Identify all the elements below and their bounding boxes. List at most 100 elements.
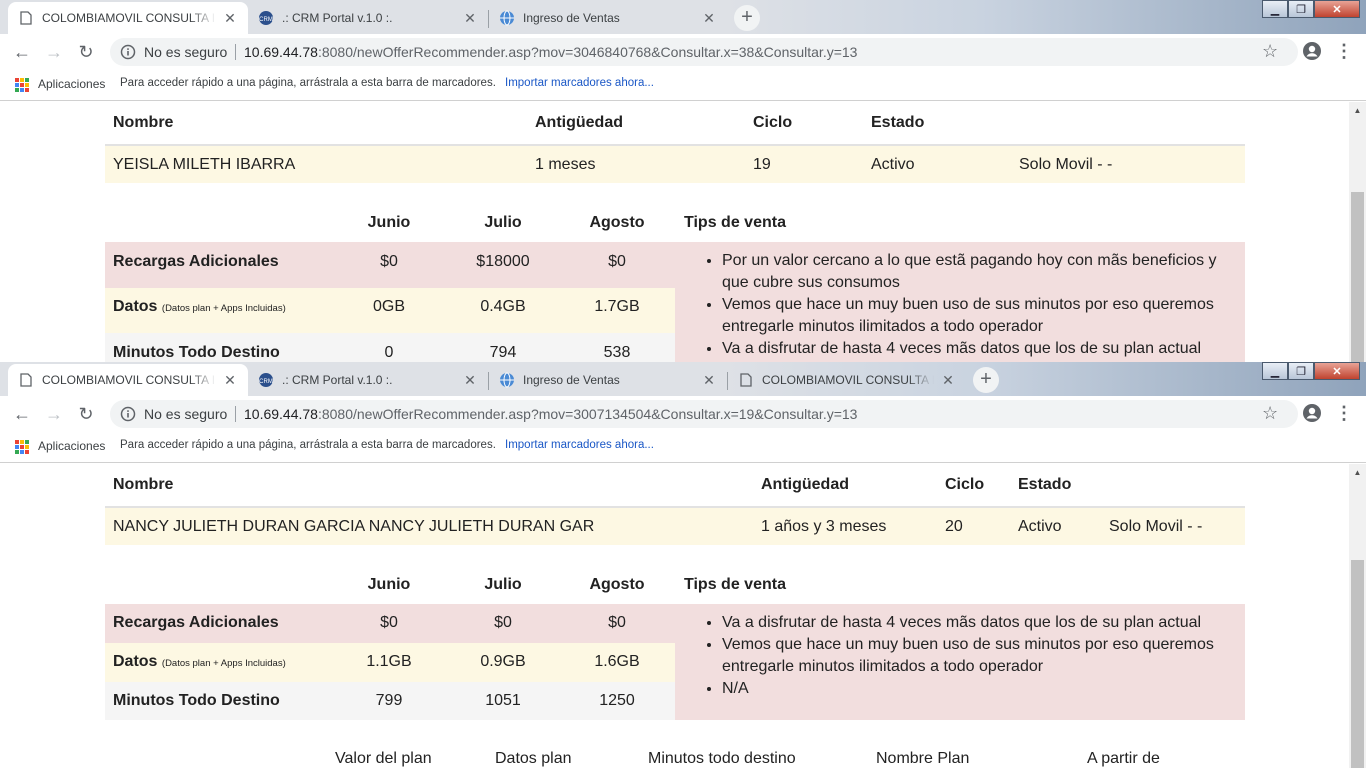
metric-value: 1250 — [599, 692, 635, 709]
scrollbar[interactable]: ▲ — [1349, 102, 1366, 362]
close-window-icon[interactable]: ✕ — [1314, 0, 1360, 18]
tab-title: Ingreso de Ventas — [523, 11, 620, 25]
metrics-header: Junio Julio Agosto Tips de venta — [105, 566, 1245, 604]
profile-icon[interactable] — [1302, 41, 1322, 61]
header-nombre: Nombre — [113, 476, 174, 493]
tab-title: COLOMBIAMOVIL CONSULTA INDIVIDUAL — [42, 373, 216, 387]
import-bookmarks-link[interactable]: Importar marcadores ahora... — [505, 77, 654, 89]
month-agosto: Agosto — [589, 214, 645, 231]
metric-value: 0.4GB — [480, 298, 526, 315]
metrics-header: Junio Julio Agosto Tips de venta — [105, 204, 1245, 242]
back-icon[interactable]: ← — [10, 40, 34, 64]
tips-panel: Va a disfrutar de hasta 4 veces mãs dato… — [675, 604, 1245, 720]
tips-header: Tips de venta — [684, 576, 786, 593]
minimize-icon[interactable]: ▁ — [1262, 0, 1288, 18]
url-text[interactable]: 10.69.44.78:8080/newOfferRecommender.asp… — [244, 44, 857, 60]
plan-header-datos: Datos plan — [495, 750, 572, 767]
header-antiguedad: Antigüedad — [535, 114, 623, 131]
metric-note: (Datos plan + Apps Incluidas) — [161, 303, 286, 314]
tab-ingreso-ventas[interactable]: Ingreso de Ventas ✕ — [489, 2, 727, 34]
plan-header-nombre: Nombre Plan — [876, 750, 970, 767]
metric-label: Datos (Datos plan + Apps Incluidas) — [113, 298, 286, 315]
bookmark-star-icon[interactable]: ☆ — [1262, 403, 1278, 424]
reload-icon[interactable]: ↻ — [74, 402, 98, 426]
tab-consulta-individual-2[interactable]: COLOMBIAMOVIL CONSULTA INDIVIDUAL ✕ — [728, 364, 966, 396]
metric-value: 538 — [603, 344, 631, 361]
close-window-icon[interactable]: ✕ — [1314, 362, 1360, 380]
browser-window-1: COLOMBIAMOVIL CONSULTA INDIVIDUAL ✕ CRM … — [0, 0, 1366, 362]
info-icon[interactable] — [120, 44, 136, 60]
address-bar[interactable]: No es seguro 10.69.44.78:8080/newOfferRe… — [110, 400, 1298, 428]
tab-crm-portal[interactable]: CRM .: CRM Portal v.1.0 :. ✕ — [248, 364, 488, 396]
scrollbar[interactable]: ▲ — [1349, 464, 1366, 768]
close-tab-icon[interactable]: ✕ — [222, 372, 238, 388]
svg-text:CRM: CRM — [259, 17, 273, 23]
browser-window-2: COLOMBIAMOVIL CONSULTA INDIVIDUAL ✕ CRM … — [0, 362, 1366, 768]
scroll-up-icon[interactable]: ▲ — [1349, 464, 1366, 481]
info-icon[interactable] — [120, 406, 136, 422]
tab-consulta-individual[interactable]: COLOMBIAMOVIL CONSULTA INDIVIDUAL ✕ — [8, 364, 248, 396]
tip-item: Vemos que hace un muy buen uso de sus mi… — [722, 634, 1227, 678]
scroll-up-icon[interactable]: ▲ — [1349, 102, 1366, 119]
page-icon — [18, 10, 34, 26]
header-ciclo: Ciclo — [753, 114, 793, 131]
metric-value: 1.7GB — [594, 298, 640, 315]
tips-panel: Por un valor cercano a lo que estã pagan… — [675, 242, 1245, 362]
apps-grid-icon[interactable] — [15, 440, 29, 454]
import-bookmarks-link[interactable]: Importar marcadores ahora... — [505, 439, 654, 451]
close-tab-icon[interactable]: ✕ — [462, 372, 478, 388]
scrollbar-thumb[interactable] — [1351, 560, 1364, 768]
security-label: No es seguro — [144, 406, 228, 422]
bookmarks-hint: Para acceder rápido a una página, arrást… — [120, 439, 496, 451]
tab-consulta-individual[interactable]: COLOMBIAMOVIL CONSULTA INDIVIDUAL ✕ — [8, 2, 248, 34]
customer-table-header: Nombre Antigüedad Ciclo Estado — [105, 464, 1245, 506]
apps-link[interactable]: Aplicaciones — [38, 439, 105, 453]
maximize-icon[interactable]: ❐ — [1288, 362, 1314, 380]
new-tab-button[interactable]: + — [734, 5, 760, 31]
metric-row-datos: Datos (Datos plan + Apps Incluidas) 0GB … — [105, 288, 675, 333]
apps-link[interactable]: Aplicaciones — [38, 77, 105, 91]
bookmark-star-icon[interactable]: ☆ — [1262, 41, 1278, 62]
tab-title: .: CRM Portal v.1.0 :. — [282, 11, 393, 25]
new-tab-button[interactable]: + — [973, 367, 999, 393]
minimize-icon[interactable]: ▁ — [1262, 362, 1288, 380]
maximize-icon[interactable]: ❐ — [1288, 0, 1314, 18]
scrollbar-thumb[interactable] — [1351, 192, 1364, 362]
close-tab-icon[interactable]: ✕ — [701, 10, 717, 26]
menu-icon[interactable]: ⋮ — [1334, 40, 1354, 62]
address-bar[interactable]: No es seguro 10.69.44.78:8080/newOfferRe… — [110, 38, 1298, 66]
globe-icon — [499, 10, 515, 26]
month-agosto: Agosto — [589, 576, 645, 593]
bookmarks-hint: Para acceder rápido a una página, arrást… — [120, 77, 496, 89]
url-text[interactable]: 10.69.44.78:8080/newOfferRecommender.asp… — [244, 406, 857, 422]
close-tab-icon[interactable]: ✕ — [940, 372, 956, 388]
forward-icon[interactable]: → — [42, 40, 66, 64]
tip-item: Vemos que hace un muy buen uso de sus mi… — [722, 294, 1227, 338]
forward-icon[interactable]: → — [42, 402, 66, 426]
metric-value: 1.1GB — [366, 653, 412, 670]
metric-value: $0 — [608, 253, 626, 270]
plan-header-valor: Valor del plan — [335, 750, 432, 767]
profile-icon[interactable] — [1302, 403, 1322, 423]
close-tab-icon[interactable]: ✕ — [462, 10, 478, 26]
menu-icon[interactable]: ⋮ — [1334, 402, 1354, 424]
header-nombre: Nombre — [113, 114, 174, 131]
apps-grid-icon[interactable] — [15, 78, 29, 92]
tab-crm-portal[interactable]: CRM .: CRM Portal v.1.0 :. ✕ — [248, 2, 488, 34]
customer-name: NANCY JULIETH DURAN GARCIA NANCY JULIETH… — [113, 518, 595, 535]
back-icon[interactable]: ← — [10, 402, 34, 426]
customer-plan-type: Solo Movil - - — [1019, 156, 1113, 173]
tab-ingreso-ventas[interactable]: Ingreso de Ventas ✕ — [489, 364, 727, 396]
reload-icon[interactable]: ↻ — [74, 40, 98, 64]
close-tab-icon[interactable]: ✕ — [222, 10, 238, 26]
metric-value: 0.9GB — [480, 653, 526, 670]
metric-label: Minutos Todo Destino — [113, 344, 280, 361]
toolbar: ← → ↻ No es seguro 10.69.44.78:8080/newO… — [0, 34, 1366, 70]
metric-row-recargas: Recargas Adicionales $0 $18000 $0 — [105, 242, 675, 288]
tab-title: COLOMBIAMOVIL CONSULTA INDIVIDUAL — [762, 373, 934, 387]
tip-item: N/A — [722, 678, 1227, 700]
customer-status: Activo — [871, 156, 915, 173]
close-tab-icon[interactable]: ✕ — [701, 372, 717, 388]
header-ciclo: Ciclo — [945, 476, 985, 493]
month-julio: Julio — [484, 214, 522, 231]
